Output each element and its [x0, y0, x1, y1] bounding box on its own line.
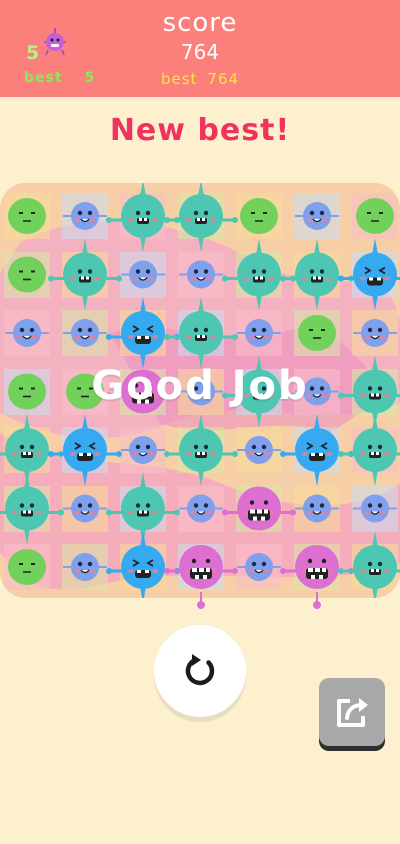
- teal-monster[interactable]: [164, 183, 238, 252]
- cyan-monster[interactable]: [106, 531, 180, 598]
- best-score: best 764: [0, 70, 400, 88]
- green-monster[interactable]: [298, 315, 336, 351]
- blue-monster[interactable]: [295, 202, 339, 230]
- score-header: 5 best 5 score 764 best 764: [0, 0, 400, 97]
- green-monster[interactable]: [8, 256, 46, 293]
- new-best-banner: New best!: [109, 113, 291, 148]
- teal-monster[interactable]: [280, 238, 354, 311]
- blue-monster[interactable]: [179, 260, 223, 289]
- pink-monster[interactable]: [222, 486, 296, 531]
- blue-monster[interactable]: [121, 260, 165, 289]
- teal-monster[interactable]: [0, 472, 64, 545]
- blue-monster[interactable]: [63, 553, 107, 581]
- best-score-label: best: [160, 70, 198, 88]
- restart-icon: [185, 654, 215, 686]
- green-monster[interactable]: [356, 198, 394, 234]
- blue-monster[interactable]: [63, 319, 107, 347]
- blue-monster[interactable]: [353, 494, 397, 523]
- teal-monster[interactable]: [222, 238, 296, 311]
- blue-monster[interactable]: [63, 494, 107, 523]
- blue-monster[interactable]: [179, 494, 223, 523]
- blue-monster[interactable]: [353, 319, 397, 347]
- score-label: score: [162, 8, 238, 38]
- pink-monster[interactable]: [280, 545, 354, 589]
- green-monster[interactable]: [8, 198, 46, 234]
- pink-monster[interactable]: [164, 545, 238, 589]
- green-monster[interactable]: [240, 198, 278, 234]
- dangling-feet: [197, 592, 321, 609]
- share-icon: [337, 698, 368, 727]
- teal-monster[interactable]: [0, 414, 64, 486]
- teal-monster[interactable]: [106, 183, 180, 252]
- blue-monster[interactable]: [5, 319, 49, 347]
- blue-monster[interactable]: [63, 202, 107, 230]
- green-monster[interactable]: [8, 549, 46, 585]
- good-job-overlay: Good Job: [91, 363, 309, 409]
- score-value: 764: [180, 40, 220, 64]
- blue-monster[interactable]: [237, 553, 281, 581]
- blue-monster[interactable]: [237, 319, 281, 347]
- teal-monster[interactable]: [164, 414, 238, 486]
- blue-monster[interactable]: [121, 436, 165, 464]
- cyan-monster[interactable]: [106, 297, 180, 369]
- teal-monster[interactable]: [164, 297, 238, 369]
- blue-monster[interactable]: [237, 436, 281, 464]
- cyan-monster[interactable]: [280, 414, 354, 486]
- teal-monster[interactable]: [338, 414, 400, 486]
- best-score-value: 764: [207, 70, 240, 88]
- teal-monster[interactable]: [338, 531, 400, 598]
- cyan-monster[interactable]: [48, 414, 122, 486]
- cyan-monster[interactable]: [338, 238, 400, 311]
- restart-button[interactable]: [154, 625, 246, 717]
- blue-monster[interactable]: [295, 494, 339, 523]
- teal-monster[interactable]: [48, 238, 122, 311]
- share-button[interactable]: [319, 678, 385, 746]
